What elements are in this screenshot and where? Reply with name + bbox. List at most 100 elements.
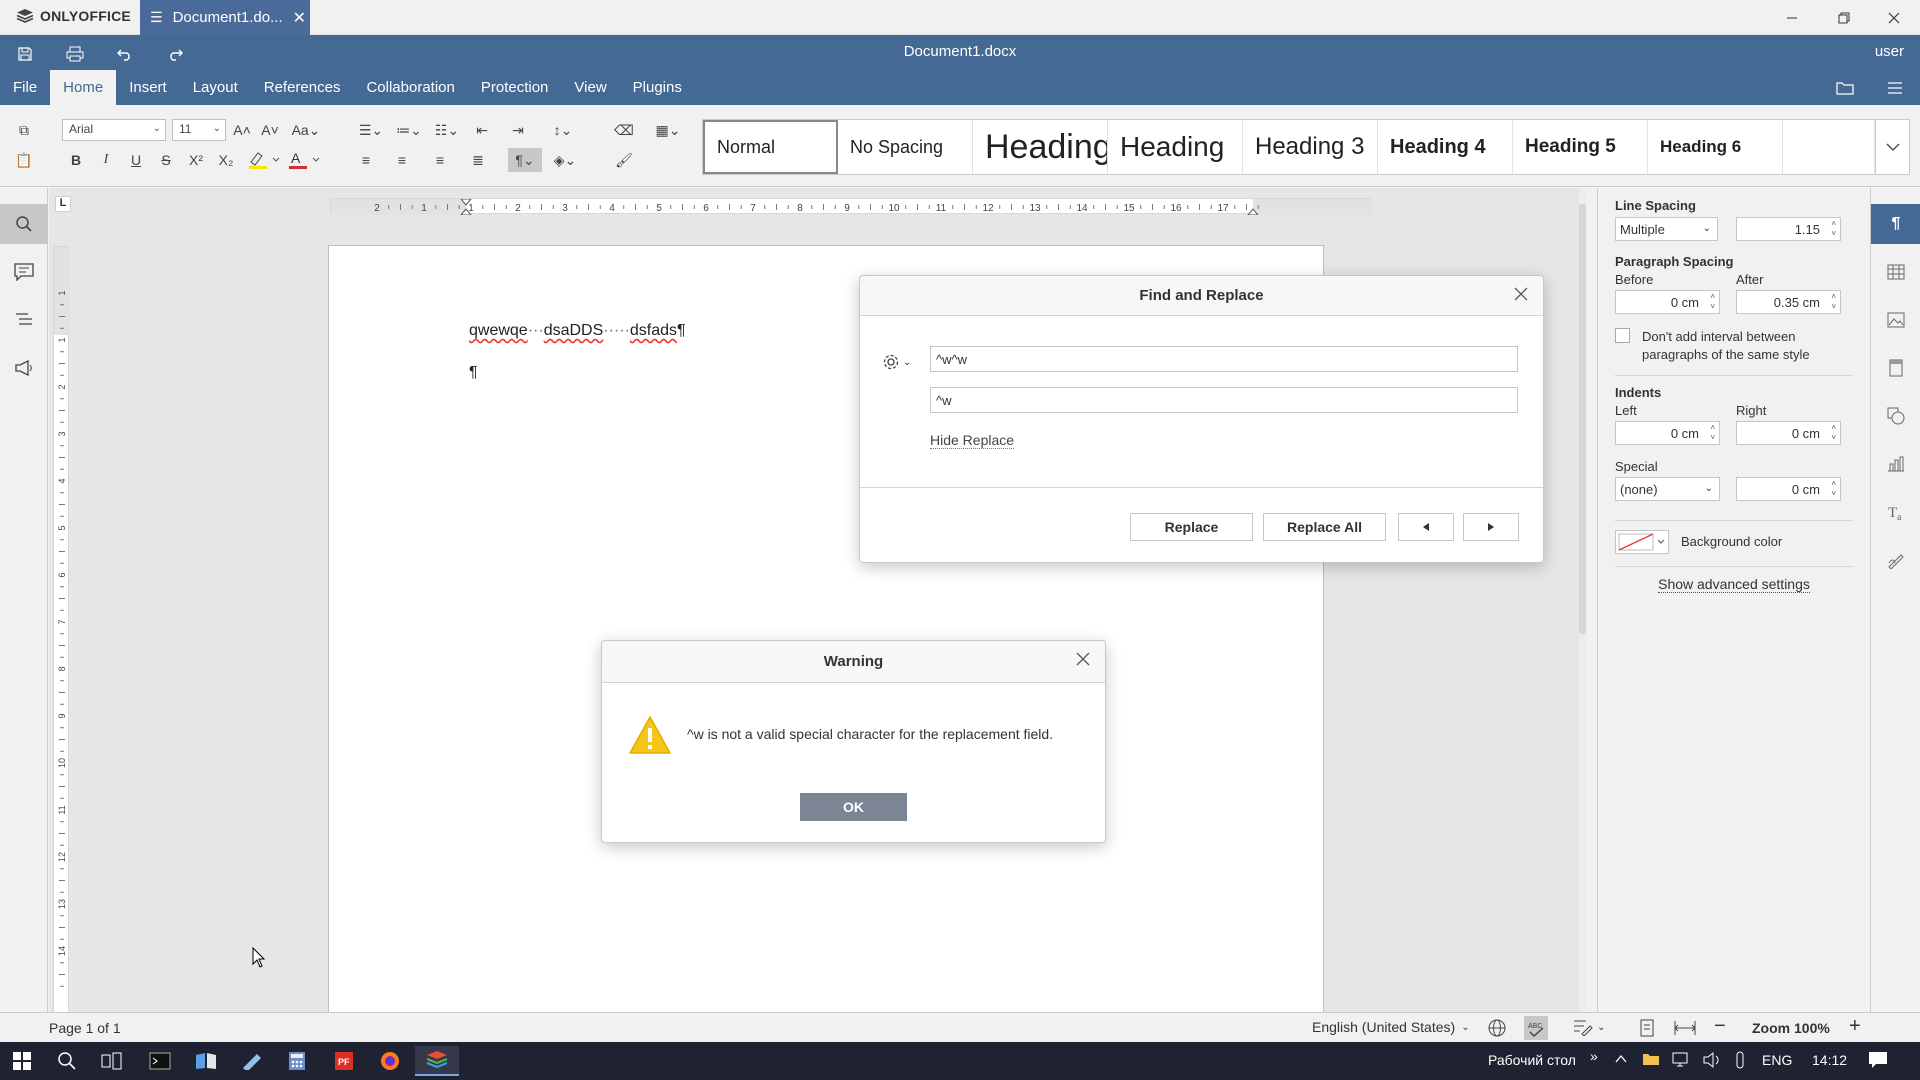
- tab-layout[interactable]: Layout: [180, 70, 251, 105]
- style-heading-6[interactable]: Heading 6: [1648, 120, 1783, 174]
- vertical-scrollbar[interactable]: [1579, 188, 1586, 1012]
- close-window-button[interactable]: [1868, 0, 1920, 35]
- special-indent-amount-input[interactable]: 0 cm ˄ ˅: [1736, 477, 1841, 501]
- bullets-button[interactable]: ☰⌄: [354, 118, 388, 142]
- style-empty-slot[interactable]: [1783, 120, 1875, 174]
- pen-tray-icon[interactable]: [1734, 1051, 1746, 1071]
- hide-replace-link[interactable]: Hide Replace: [930, 432, 1015, 449]
- italic-button[interactable]: I: [94, 148, 118, 172]
- misspelled-word[interactable]: qwewqe: [469, 322, 528, 339]
- ok-button[interactable]: OK: [800, 793, 907, 821]
- firefox-app[interactable]: [368, 1046, 412, 1076]
- zoom-in-button[interactable]: +: [1849, 1015, 1861, 1038]
- desktop-toolbar-label[interactable]: Рабочий стол: [1488, 1052, 1576, 1068]
- network-icon[interactable]: [1672, 1051, 1692, 1069]
- zoom-out-button[interactable]: −: [1714, 1015, 1726, 1038]
- fit-page-button[interactable]: [1638, 1019, 1656, 1037]
- shading-button[interactable]: ◈⌄: [548, 148, 582, 172]
- style-heading-3[interactable]: Heading 3: [1243, 120, 1378, 174]
- align-right-button[interactable]: ≡: [428, 148, 452, 172]
- tab-view[interactable]: View: [561, 70, 619, 105]
- line-spacing-button[interactable]: ↕⌄: [546, 118, 580, 142]
- spinner-arrows-icon[interactable]: ˄ ˅: [1831, 292, 1836, 312]
- volume-icon[interactable]: [1702, 1051, 1722, 1069]
- paragraph-2[interactable]: ¶: [469, 364, 478, 382]
- show-hidden-icons-button[interactable]: [1614, 1052, 1628, 1066]
- taskbar-search-button[interactable]: [45, 1046, 89, 1076]
- change-case-button[interactable]: Aa⌄: [288, 118, 324, 142]
- subscript-button[interactable]: X₂: [214, 148, 238, 172]
- fit-width-button[interactable]: [1674, 1019, 1696, 1037]
- comments-button[interactable]: [0, 252, 48, 292]
- navigation-button[interactable]: [0, 300, 48, 340]
- document-language-button[interactable]: [1487, 1018, 1507, 1038]
- more-menu-button[interactable]: [1878, 77, 1912, 99]
- toolbar-overflow-icon[interactable]: »: [1590, 1048, 1598, 1064]
- indent-left-input[interactable]: 0 cm ˄ ˅: [1615, 421, 1720, 445]
- find-next-button[interactable]: [1463, 513, 1519, 541]
- find-previous-button[interactable]: [1398, 513, 1454, 541]
- paragraph-settings-button[interactable]: ¶: [1871, 204, 1920, 244]
- misspelled-word[interactable]: dsfads: [630, 322, 677, 339]
- highlight-button[interactable]: [246, 148, 282, 172]
- calculator-app[interactable]: [275, 1046, 319, 1076]
- horizontal-ruler[interactable]: 2 1 1 2 3 4 5 6 7 8 9 10 11 12 13 14 15 16 17: [330, 198, 1373, 215]
- dont-add-interval-checkbox[interactable]: [1615, 328, 1630, 343]
- superscript-button[interactable]: X²: [184, 148, 208, 172]
- restore-button[interactable]: [1818, 0, 1870, 35]
- vertical-ruler[interactable]: 1 1 2 3 4 5 6 7 8 9 10 11 12 13 14: [53, 246, 70, 1012]
- header-footer-settings-button[interactable]: [1871, 348, 1920, 388]
- tab-protection[interactable]: Protection: [468, 70, 562, 105]
- minimize-button[interactable]: [1766, 0, 1818, 35]
- start-button[interactable]: [0, 1046, 44, 1076]
- tab-plugins[interactable]: Plugins: [620, 70, 695, 105]
- onlyoffice-app[interactable]: [415, 1046, 459, 1076]
- search-settings-button[interactable]: ⌄: [882, 352, 918, 372]
- spacing-after-input[interactable]: 0.35 cm ˄ ˅: [1736, 290, 1841, 314]
- increase-indent-button[interactable]: ⇥: [506, 118, 530, 142]
- terminal-app[interactable]: [138, 1046, 182, 1076]
- warning-close-button[interactable]: [1075, 651, 1095, 671]
- increase-font-button[interactable]: A˄: [230, 118, 254, 142]
- pdf-app[interactable]: PF: [322, 1046, 366, 1076]
- feedback-button[interactable]: [0, 348, 48, 388]
- numbering-button[interactable]: ≔⌄: [392, 118, 426, 142]
- style-heading-2[interactable]: Heading: [1108, 120, 1243, 174]
- replace-all-button[interactable]: Replace All: [1263, 513, 1386, 541]
- spellcheck-button[interactable]: ABC: [1524, 1016, 1548, 1040]
- scrollbar-thumb[interactable]: [1579, 204, 1586, 634]
- bold-button[interactable]: B: [64, 148, 88, 172]
- paragraph-1[interactable]: qwewqe···dsaDDS·····dsfads¶: [469, 322, 686, 340]
- notes-app[interactable]: [230, 1046, 274, 1076]
- replace-button[interactable]: Replace: [1130, 513, 1253, 541]
- style-heading-4[interactable]: Heading 4: [1378, 120, 1513, 174]
- spinner-arrows-icon[interactable]: ˄ ˅: [1710, 423, 1715, 443]
- copy-button[interactable]: ⧉: [12, 118, 36, 142]
- tab-collaboration[interactable]: Collaboration: [353, 70, 467, 105]
- task-view-button[interactable]: [90, 1046, 134, 1076]
- show-advanced-settings-link[interactable]: Show advanced settings: [1658, 576, 1810, 593]
- special-indent-select[interactable]: (none) ⌄: [1615, 477, 1720, 501]
- signature-settings-button[interactable]: [1871, 540, 1920, 580]
- user-name[interactable]: user: [1875, 43, 1904, 60]
- page-counter[interactable]: Page 1 of 1: [49, 1020, 121, 1036]
- font-color-button[interactable]: A: [286, 148, 322, 172]
- open-file-location-button[interactable]: [1828, 77, 1862, 99]
- replace-input[interactable]: ^w: [930, 387, 1518, 413]
- spinner-arrows-icon[interactable]: ˄ ˅: [1831, 479, 1836, 499]
- style-no-spacing[interactable]: No Spacing: [838, 120, 973, 174]
- document-tab[interactable]: ☰ Document1.do... ✕: [140, 0, 310, 35]
- chart-settings-button[interactable]: [1871, 444, 1920, 484]
- close-tab-icon[interactable]: ✕: [293, 8, 306, 28]
- tab-stop-selector[interactable]: L: [55, 196, 71, 212]
- language-selector[interactable]: English (United States) ⌄: [1312, 1019, 1470, 1035]
- style-heading-1[interactable]: Heading 1: [973, 120, 1108, 174]
- decrease-font-button[interactable]: A˅: [258, 118, 282, 142]
- track-changes-button[interactable]: ⌄: [1573, 1018, 1605, 1036]
- misspelled-word[interactable]: dsaDDS: [544, 322, 604, 339]
- indent-right-input[interactable]: 0 cm ˄ ˅: [1736, 421, 1841, 445]
- spinner-arrows-icon[interactable]: ˄ ˅: [1831, 423, 1836, 443]
- tab-file[interactable]: File: [0, 70, 50, 105]
- multilevel-list-button[interactable]: ☷⌄: [430, 118, 464, 142]
- tray-folder-icon[interactable]: [1642, 1052, 1660, 1066]
